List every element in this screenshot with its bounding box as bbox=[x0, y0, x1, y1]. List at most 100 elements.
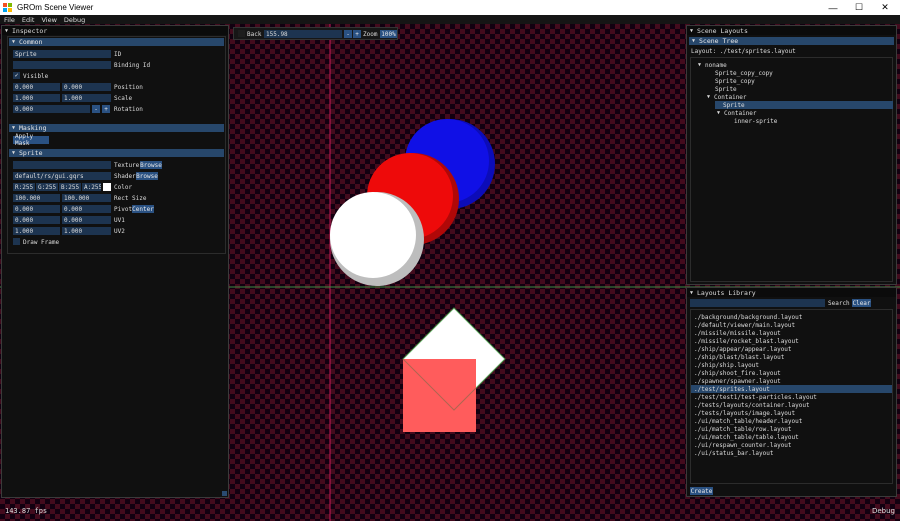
tree-node-sprite[interactable]: Sprite bbox=[715, 85, 737, 93]
menu-view[interactable]: View bbox=[37, 16, 59, 24]
scene-tree-header[interactable]: ▼ Scene Tree bbox=[689, 37, 894, 45]
chevron-down-icon: ▼ bbox=[717, 110, 721, 116]
zoom-plus-button[interactable]: + bbox=[353, 30, 361, 38]
library-item[interactable]: ./ui/status_bar.layout bbox=[691, 449, 892, 457]
library-item[interactable]: ./ship/blast/blast.layout bbox=[691, 353, 892, 361]
scene-tree: ▼ noname Sprite_copy_copy Sprite_copy Spr… bbox=[690, 57, 893, 282]
rect-height-input[interactable]: 100.000 bbox=[62, 194, 111, 202]
sprite-section: Texture Browse default/rs/gui.gqrs Shade… bbox=[8, 157, 225, 249]
visible-label: Visible bbox=[23, 73, 49, 80]
white-ball[interactable] bbox=[330, 192, 424, 286]
texture-input[interactable] bbox=[13, 161, 111, 169]
library-item[interactable]: ./ui/match_table/table.layout bbox=[691, 433, 892, 441]
collapse-arrow-icon[interactable]: ▼ bbox=[690, 290, 693, 296]
sprite-header[interactable]: ▼ Sprite bbox=[9, 149, 224, 157]
tree-node-noname[interactable]: ▼ noname bbox=[698, 61, 727, 69]
rect-width-input[interactable]: 100.000 bbox=[13, 194, 60, 202]
scale-y-input[interactable]: 1.000 bbox=[62, 94, 111, 102]
masking-header[interactable]: ▼ Masking bbox=[9, 124, 224, 132]
search-label: Search bbox=[828, 300, 850, 307]
menu-debug[interactable]: Debug bbox=[60, 16, 88, 24]
library-item[interactable]: ./missile/missile.layout bbox=[691, 329, 892, 337]
menu-file[interactable]: File bbox=[0, 16, 18, 24]
color-r-input[interactable]: R:255 bbox=[13, 183, 35, 191]
close-button[interactable]: ✕ bbox=[872, 0, 898, 15]
scale-x-input[interactable]: 1.000 bbox=[13, 94, 60, 102]
menu-edit[interactable]: Edit bbox=[18, 16, 38, 24]
library-item[interactable]: ./ui/respawn_counter.layout bbox=[691, 441, 892, 449]
rotation-input[interactable]: 0.000 bbox=[13, 105, 90, 113]
layouts-list: ./background/background.layout ./default… bbox=[690, 309, 893, 484]
color-swatch[interactable] bbox=[103, 183, 111, 191]
collapse-arrow-icon[interactable]: ▼ bbox=[5, 28, 8, 34]
rotation-plus-button[interactable]: + bbox=[102, 105, 110, 113]
rect-size-label: Rect Size bbox=[114, 195, 147, 202]
library-item[interactable]: ./ui/match_table/header.layout bbox=[691, 417, 892, 425]
inspector-content: ▼ Common Sprite ID Binding Id ✓ Visible … bbox=[7, 36, 226, 254]
uv1-x-input[interactable]: 0.000 bbox=[13, 216, 60, 224]
tree-node-sprite-copy[interactable]: Sprite_copy bbox=[715, 77, 755, 85]
id-label: ID bbox=[114, 51, 122, 58]
maximize-icon: ☐ bbox=[854, 2, 864, 12]
zoom-minus-button[interactable]: - bbox=[344, 30, 352, 38]
create-layout-button[interactable]: Create bbox=[690, 487, 713, 495]
uv2-x-input[interactable]: 1.000 bbox=[13, 227, 60, 235]
uv2-y-input[interactable]: 1.000 bbox=[62, 227, 111, 235]
shader-browse-button[interactable]: Browse bbox=[136, 172, 158, 180]
apply-mask-button[interactable]: Apply Mask bbox=[13, 133, 49, 147]
id-input[interactable]: Sprite bbox=[13, 50, 111, 58]
library-item[interactable]: ./default/viewer/main.layout bbox=[691, 321, 892, 329]
app-logo-icon bbox=[3, 2, 13, 13]
binding-id-input[interactable] bbox=[13, 61, 111, 69]
library-search-input[interactable] bbox=[690, 299, 825, 307]
tree-node-container[interactable]: ▼ Container bbox=[707, 93, 747, 101]
library-item[interactable]: ./tests/layouts/image.layout bbox=[691, 409, 892, 417]
tree-node-inner-sprite[interactable]: inner-sprite bbox=[734, 117, 777, 125]
pivot-center-button[interactable]: Center bbox=[132, 205, 154, 213]
back-label: Back bbox=[247, 31, 262, 38]
color-g-input[interactable]: G:255 bbox=[36, 183, 58, 191]
tree-node-inner-container[interactable]: ▼ Container bbox=[717, 109, 757, 117]
shader-label: Shader bbox=[114, 173, 136, 180]
tree-node-sprite-selected[interactable]: Sprite bbox=[715, 101, 893, 109]
position-x-input[interactable]: 0.000 bbox=[13, 83, 60, 91]
visible-checkbox[interactable]: ✓ bbox=[13, 72, 20, 79]
zoom-reset-button[interactable]: 100% bbox=[380, 30, 397, 38]
inspector-panel: ▼ Inspector ▼ Common Sprite ID Binding I… bbox=[1, 25, 229, 498]
library-item[interactable]: ./spawner/spawner.layout bbox=[691, 377, 892, 385]
texture-browse-button[interactable]: Browse bbox=[140, 161, 162, 169]
library-item[interactable]: ./ship/shoot_fire.layout bbox=[691, 369, 892, 377]
shader-input[interactable]: default/rs/gui.gqrs bbox=[13, 172, 111, 180]
scene-layouts-panel: ▼ Scene Layouts ▼ Scene Tree Layout: ./t… bbox=[686, 25, 897, 285]
library-item[interactable]: ./ship/ship.layout bbox=[691, 361, 892, 369]
layout-path-label: Layout: ./test/sprites.layout bbox=[691, 48, 796, 55]
library-item[interactable]: ./test/test1/test-particles.layout bbox=[691, 393, 892, 401]
rotation-minus-button[interactable]: - bbox=[92, 105, 100, 113]
back-checkbox[interactable] bbox=[238, 30, 245, 37]
uv1-label: UV1 bbox=[114, 217, 125, 224]
pivot-y-input[interactable]: 0.000 bbox=[62, 205, 111, 213]
position-y-input[interactable]: 0.000 bbox=[62, 83, 111, 91]
zoom-value-field[interactable]: 155.98 bbox=[264, 30, 342, 38]
common-header[interactable]: ▼ Common bbox=[9, 38, 224, 46]
color-a-input[interactable]: A:255 bbox=[82, 183, 101, 191]
library-item[interactable]: ./tests/layouts/container.layout bbox=[691, 401, 892, 409]
library-item[interactable]: ./missile/rocket_blast.layout bbox=[691, 337, 892, 345]
library-item-selected[interactable]: ./test/sprites.layout bbox=[691, 385, 892, 393]
resize-grip-icon[interactable] bbox=[222, 491, 227, 496]
minimize-icon: — bbox=[828, 2, 838, 13]
masking-section: Apply Mask bbox=[8, 132, 225, 149]
library-clear-button[interactable]: Clear bbox=[852, 299, 871, 307]
collapse-arrow-icon[interactable]: ▼ bbox=[690, 28, 693, 34]
uv1-y-input[interactable]: 0.000 bbox=[62, 216, 111, 224]
library-item[interactable]: ./ship/appear/appear.layout bbox=[691, 345, 892, 353]
library-item[interactable]: ./background/background.layout bbox=[691, 313, 892, 321]
maximize-button[interactable]: ☐ bbox=[846, 0, 872, 15]
pivot-x-input[interactable]: 0.000 bbox=[13, 205, 60, 213]
tree-node-sprite-copy-copy[interactable]: Sprite_copy_copy bbox=[715, 69, 773, 77]
minimize-button[interactable]: — bbox=[820, 0, 846, 15]
draw-frame-checkbox[interactable] bbox=[13, 238, 20, 245]
chevron-down-icon: ▼ bbox=[692, 38, 696, 44]
library-item[interactable]: ./ui/match_table/row.layout bbox=[691, 425, 892, 433]
color-b-input[interactable]: B:255 bbox=[59, 183, 81, 191]
